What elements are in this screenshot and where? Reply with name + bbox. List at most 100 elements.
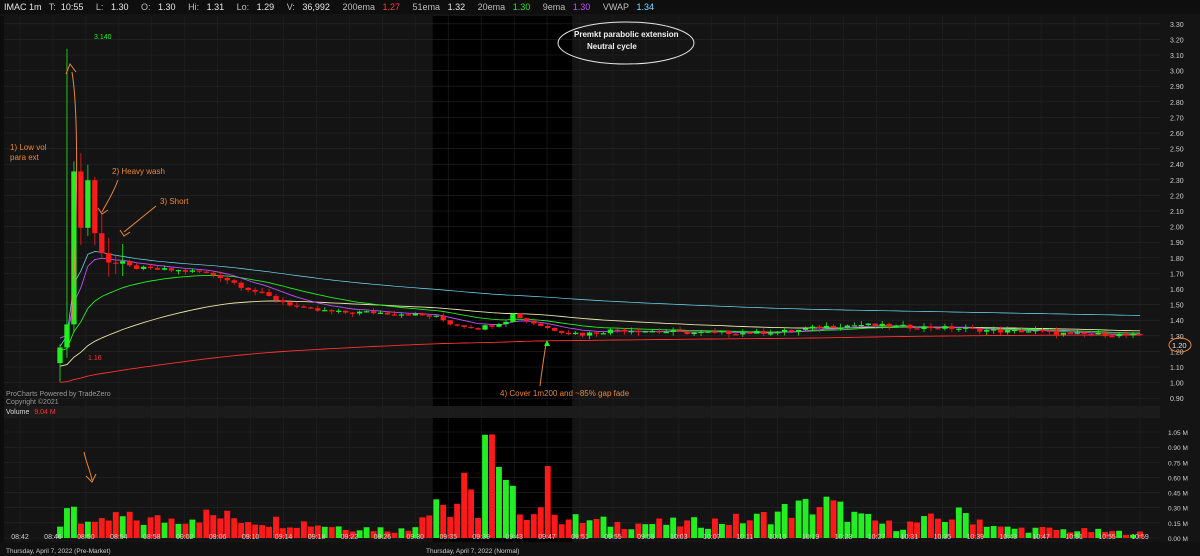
candle-body-74 xyxy=(572,332,579,335)
time-tick-6: 09:06 xyxy=(209,534,227,541)
candle-body-62 xyxy=(489,325,495,327)
volume-bar-143 xyxy=(1053,529,1060,538)
time-tick-18: 09:55 xyxy=(604,534,622,541)
left-edge xyxy=(0,16,4,542)
price-tick-13: 2.00 xyxy=(1170,225,1184,232)
candle-body-0 xyxy=(57,347,63,364)
candle-body-114 xyxy=(851,325,857,327)
candle-body-10 xyxy=(127,261,133,266)
price-tick-6: 2.70 xyxy=(1170,115,1184,122)
candle-body-92 xyxy=(698,331,704,333)
price-tick-14: 1.90 xyxy=(1170,240,1184,247)
annotation-cover: 4) Cover 1m200 and ~85% gap fade xyxy=(500,389,630,398)
candle-body-46 xyxy=(377,312,384,314)
price-tick-9: 2.40 xyxy=(1170,162,1184,169)
volume-bar-134 xyxy=(990,526,997,538)
time-tick-27: 10:31 xyxy=(901,534,919,541)
candle-body-75 xyxy=(579,332,586,336)
candle-body-148 xyxy=(1088,333,1094,336)
price-tick-7: 2.60 xyxy=(1170,131,1184,138)
candle-body-69 xyxy=(538,323,544,326)
time-tick-29: 10:39 xyxy=(967,534,985,541)
volume-bar-87 xyxy=(663,524,670,538)
time-tick-26: 10:27 xyxy=(868,534,886,541)
volume-bar-49 xyxy=(398,528,405,538)
candle-body-155 xyxy=(1137,333,1143,336)
candle-body-70 xyxy=(545,325,551,328)
volume-bar-111 xyxy=(830,500,837,538)
candle-body-55 xyxy=(440,315,446,321)
watermark-line1: ProCharts Powered by TradeZero xyxy=(6,391,111,398)
candle-body-66 xyxy=(517,313,523,319)
candle-body-8 xyxy=(113,262,119,264)
time-tick-17: 09:51 xyxy=(571,534,589,541)
volume-bar-30 xyxy=(266,526,272,538)
candle-body-14 xyxy=(154,267,161,270)
candle-body-18 xyxy=(182,270,189,272)
volume-bar-124 xyxy=(921,516,927,538)
candle-body-95 xyxy=(719,331,725,333)
volume-bar-11 xyxy=(133,520,140,538)
candle-body-97 xyxy=(733,334,739,336)
candle-body-151 xyxy=(1109,336,1115,338)
volume-bar-65 xyxy=(509,485,516,538)
volume-bar-115 xyxy=(858,513,865,538)
volume-bar-1 xyxy=(64,508,70,538)
candle-body-152 xyxy=(1116,334,1122,337)
current-price-label: 1.20 xyxy=(1172,341,1187,350)
price-tick-16: 1.70 xyxy=(1170,271,1184,278)
candle-body-142 xyxy=(1046,330,1053,332)
price-tick-23: 1.00 xyxy=(1170,381,1184,388)
candle-body-122 xyxy=(907,324,913,329)
candle-body-84 xyxy=(642,331,648,333)
volume-tick-3: 0.60 M xyxy=(1168,475,1188,482)
volume-tick-5: 0.30 M xyxy=(1168,506,1188,513)
premarket-date-label: Thursday, April 7, 2022 (Pre-Market) xyxy=(6,548,111,555)
volume-bar-139 xyxy=(1025,532,1032,538)
candle-body-41 xyxy=(343,310,349,313)
candle-body-3 xyxy=(78,171,84,228)
candle-body-115 xyxy=(858,325,864,327)
candle-body-42 xyxy=(349,312,356,314)
candle-body-63 xyxy=(496,324,502,327)
candle-body-33 xyxy=(287,302,293,306)
time-tick-30: 10:43 xyxy=(999,534,1017,541)
candle-body-52 xyxy=(419,313,425,316)
candle-body-67 xyxy=(524,318,530,321)
candle-body-44 xyxy=(363,311,370,313)
time-tick-9: 09:18 xyxy=(308,534,326,541)
time-tick-34: 10:59 xyxy=(1131,534,1149,541)
candle-body-27 xyxy=(245,287,251,290)
price-tick-1: 3.20 xyxy=(1170,37,1184,44)
time-tick-2: 08:50 xyxy=(77,534,95,541)
candle-body-101 xyxy=(761,330,767,335)
price-chart[interactable]: 3.30 3.20 3.10 3.00 2.90 2.80 2.70 2.60 2.50 2.40… xyxy=(0,0,1200,556)
candle-body-131 xyxy=(970,327,976,329)
volume-bar-44 xyxy=(363,527,370,538)
volume-bar-72 xyxy=(558,524,565,538)
candle-body-32 xyxy=(280,300,286,303)
candle-body-23 xyxy=(217,275,223,278)
candle-body-116 xyxy=(865,323,871,326)
candle-body-132 xyxy=(977,328,983,332)
candle-body-50 xyxy=(405,314,412,316)
candle-body-79 xyxy=(607,329,614,334)
candle-body-13 xyxy=(147,266,154,268)
candle-body-29 xyxy=(259,291,265,293)
volume-tick-4: 0.45 M xyxy=(1168,491,1188,498)
candle-body-125 xyxy=(928,326,934,329)
volume-bar-120 xyxy=(893,531,900,538)
volume-bar-10 xyxy=(126,511,133,538)
candle-body-146 xyxy=(1074,332,1080,334)
time-tick-0: 08:42 xyxy=(11,534,29,541)
candle-body-113 xyxy=(844,325,851,328)
candle-body-17 xyxy=(175,270,182,272)
time-axis: 08:42 08:46 08:50 08:54 08:58 09:02 09:06 09:10… xyxy=(11,534,1149,541)
volume-bar-25 xyxy=(231,518,238,538)
volume-bar-77 xyxy=(593,518,600,538)
price-tick-5: 2.80 xyxy=(1170,100,1184,107)
candle-body-64 xyxy=(503,321,509,325)
candle-body-39 xyxy=(329,310,335,312)
volume-bar-105 xyxy=(788,517,795,538)
candle-body-123 xyxy=(914,328,920,330)
